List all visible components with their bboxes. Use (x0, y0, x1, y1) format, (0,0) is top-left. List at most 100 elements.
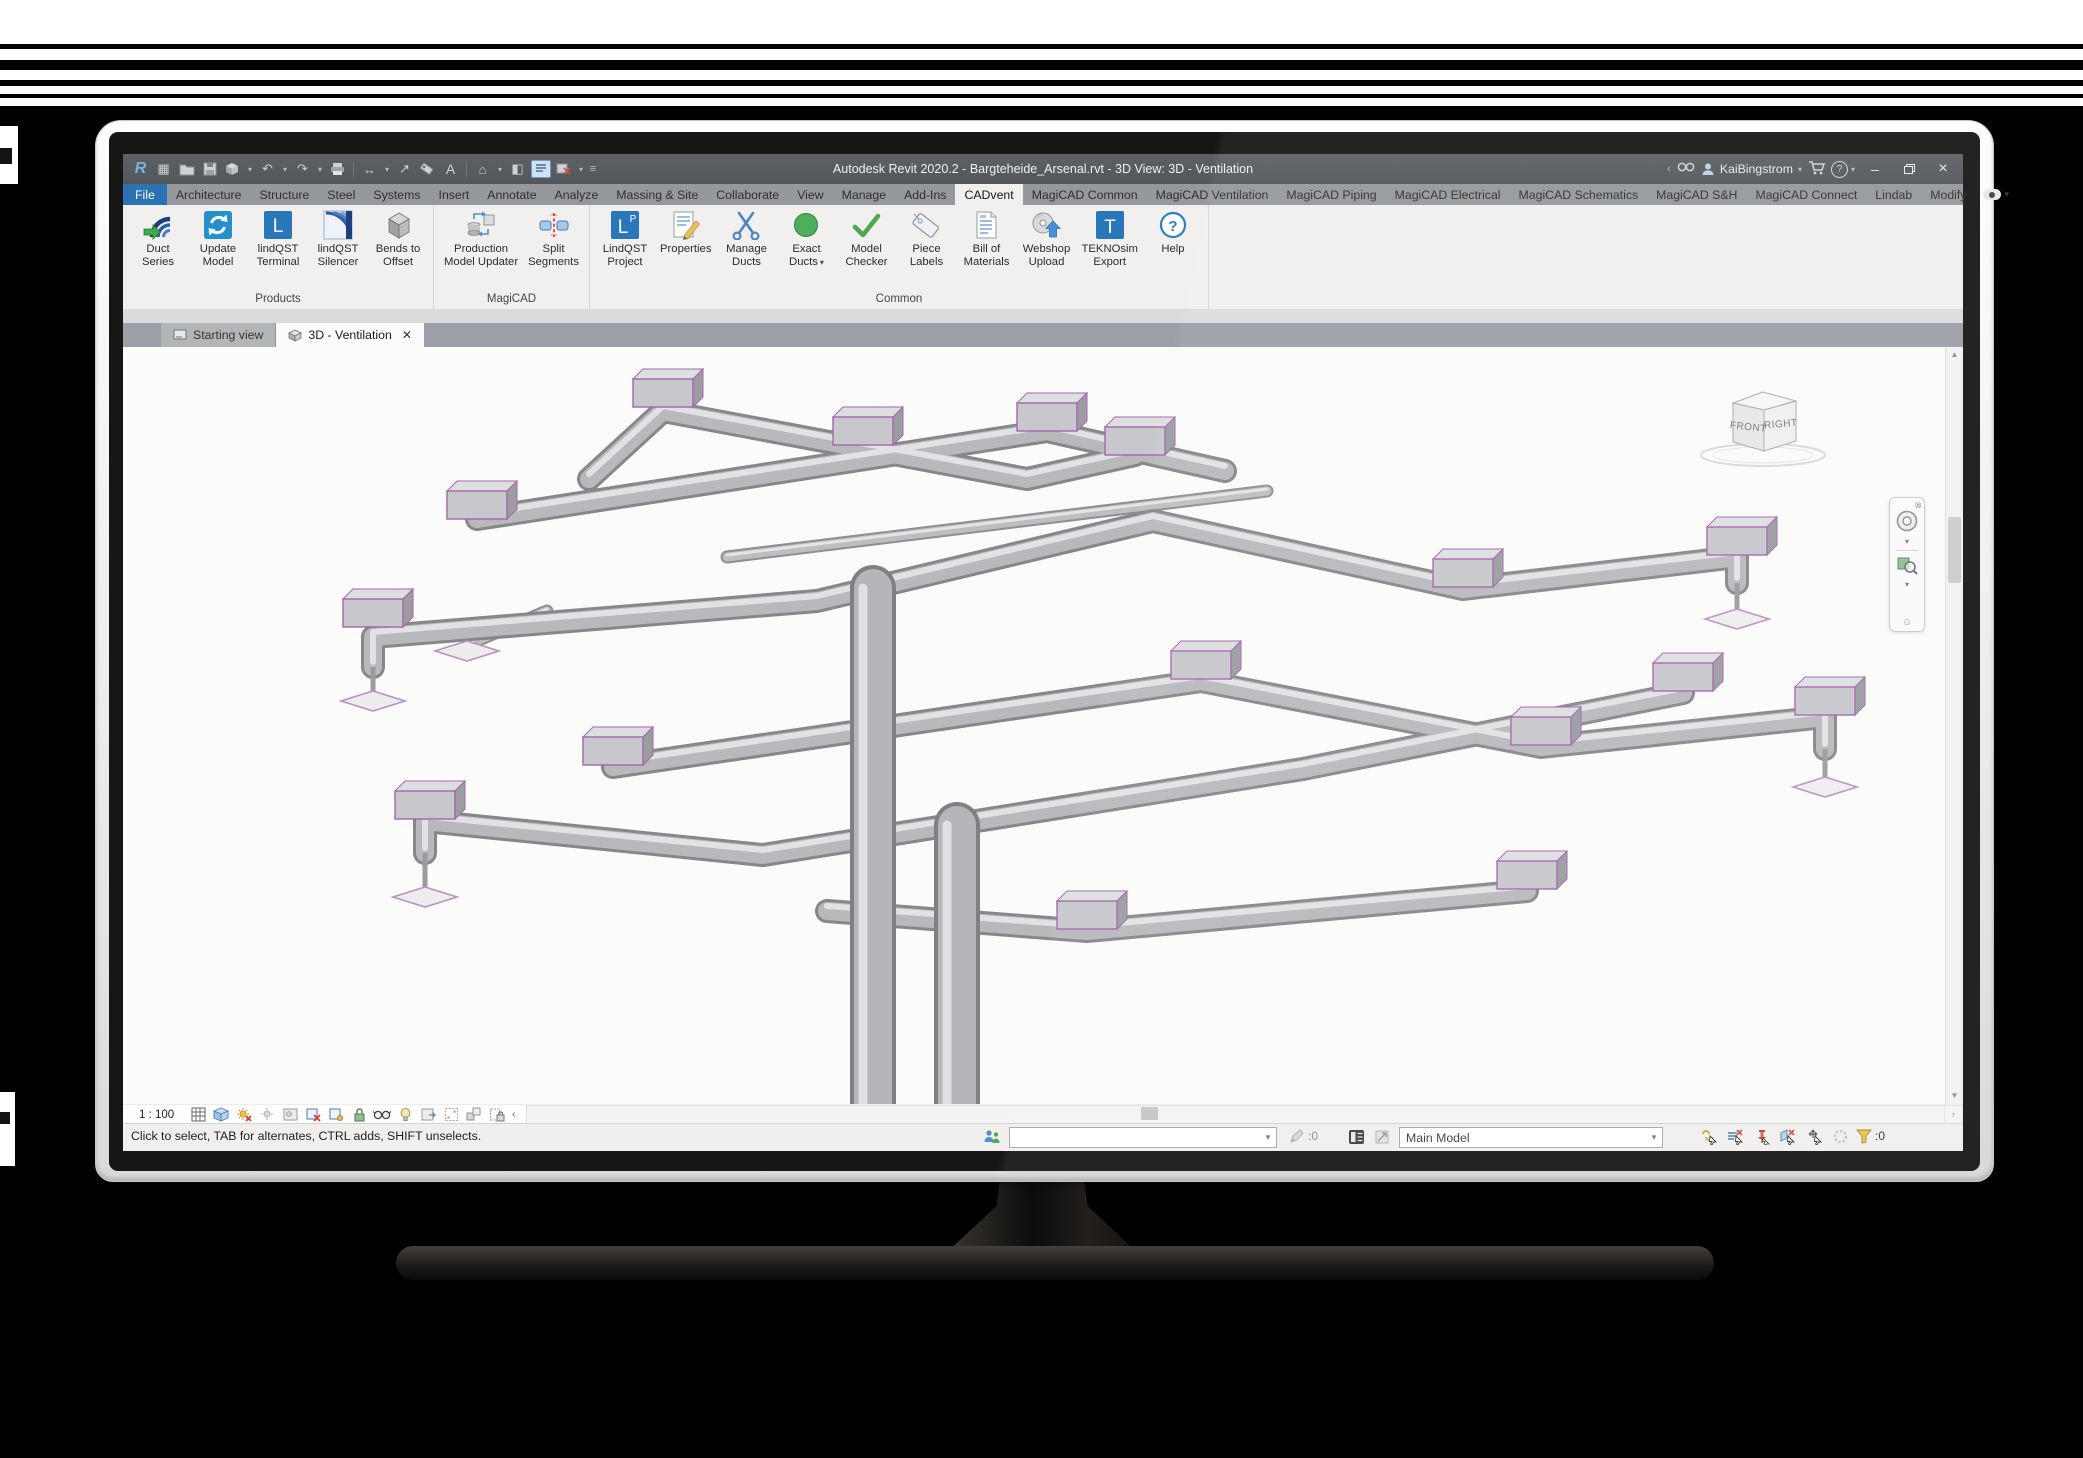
visual-style-icon[interactable] (211, 1106, 231, 1123)
tab-magicad-sh[interactable]: MagiCAD S&H (1647, 184, 1746, 205)
dropdown-caret-icon[interactable]: ▾ (315, 158, 325, 180)
model-checker-button[interactable]: Model Checker (836, 208, 896, 269)
navbar-handle-icon[interactable]: ⊙ (1903, 617, 1911, 628)
drawing-area[interactable]: FRONT RIGHT ⊗ ▾ ▾ ⊙ ▲ (123, 347, 1963, 1104)
webshop-upload-button[interactable]: Webshop Upload (1016, 208, 1076, 269)
reveal-hidden-elements-icon[interactable] (395, 1106, 415, 1123)
editable-only-icon[interactable] (1285, 1127, 1307, 1146)
measure-icon[interactable]: ↔ (359, 158, 380, 180)
detail-level-icon[interactable] (188, 1106, 208, 1123)
aligned-dimension-icon[interactable]: ↗ (394, 158, 415, 180)
tab-magicad-connect[interactable]: MagiCAD Connect (1746, 184, 1866, 205)
close-hidden-windows-icon[interactable] (553, 158, 574, 180)
close-button[interactable]: × (1929, 158, 1957, 180)
section-icon[interactable]: ◧ (507, 158, 528, 180)
drag-on-selection-icon[interactable] (1803, 1127, 1825, 1146)
sync-icon[interactable] (222, 158, 243, 180)
exact-ducts-button[interactable]: Exact Ducts▾ (776, 208, 836, 269)
filter-icon[interactable] (1853, 1127, 1875, 1146)
select-by-face-icon[interactable] (1777, 1127, 1799, 1146)
horizontal-scrollbar-thumb[interactable] (1141, 1107, 1158, 1120)
thin-lines-icon[interactable] (530, 158, 551, 180)
view-tab-starting-view[interactable]: Starting view (161, 323, 276, 347)
tab-annotate[interactable]: Annotate (478, 184, 545, 205)
tab-insert[interactable]: Insert (430, 184, 479, 205)
tab-modify[interactable]: Modify (1921, 184, 1975, 205)
tab-magicad-piping[interactable]: MagiCAD Piping (1277, 184, 1385, 205)
select-links-icon[interactable] (1699, 1127, 1721, 1146)
steering-wheel-icon[interactable] (1895, 509, 1919, 536)
cart-icon[interactable] (1808, 161, 1825, 178)
tab-structure[interactable]: Structure (250, 184, 318, 205)
file-properties-icon[interactable]: ▦ (153, 158, 174, 180)
tab-magicad-common[interactable]: MagiCAD Common (1023, 184, 1147, 205)
update-model-button[interactable]: Update Model (188, 208, 248, 269)
crop-view-icon[interactable] (303, 1106, 323, 1123)
shadows-icon[interactable] (257, 1106, 277, 1123)
properties-button[interactable]: Properties (655, 208, 717, 256)
tab-massing-site[interactable]: Massing & Site (607, 184, 707, 205)
horizontal-scrollbar[interactable] (526, 1105, 1945, 1124)
production-model-updater-button[interactable]: Production Model Updater (439, 208, 523, 269)
tab-magicad-schematics[interactable]: MagiCAD Schematics (1510, 184, 1648, 205)
search-icon[interactable] (1677, 161, 1695, 177)
select-underlay-icon[interactable] (1725, 1127, 1747, 1146)
tag-icon[interactable] (417, 158, 438, 180)
design-options-icon[interactable] (1345, 1127, 1367, 1146)
show-rendering-dialog-icon[interactable] (280, 1106, 300, 1123)
save-icon[interactable] (199, 158, 220, 180)
background-processes-icon[interactable] (1829, 1127, 1851, 1146)
piece-labels-button[interactable]: Piece Labels (896, 208, 956, 269)
lindqst-terminal-button[interactable]: L lindQST Terminal (248, 208, 308, 269)
restore-button[interactable] (1895, 158, 1923, 180)
scroll-right-icon[interactable]: › (1945, 1105, 1963, 1124)
dropdown-caret-icon[interactable]: ▾ (576, 158, 586, 180)
tab-view[interactable]: View (788, 184, 832, 205)
drawing-canvas-3d-view[interactable] (127, 349, 1927, 1104)
dropdown-caret-icon[interactable]: ▾ (1905, 537, 1909, 546)
qat-customize-icon[interactable]: ≡ (588, 158, 598, 180)
bill-of-materials-button[interactable]: Bill of Materials (956, 208, 1016, 269)
displaced-elements-icon[interactable] (464, 1106, 484, 1123)
ribbon-display-toggle[interactable]: ▾ (1983, 184, 2009, 205)
user-menu[interactable]: KaiBingstrom ▾ (1701, 162, 1802, 176)
open-icon[interactable] (176, 158, 197, 180)
manage-ducts-button[interactable]: Manage DuctsDucts (716, 208, 776, 269)
tab-file[interactable]: File (123, 184, 167, 205)
help-button[interactable]: ? Help (1143, 208, 1203, 256)
add-to-set-icon[interactable] (1371, 1127, 1393, 1146)
collapse-view-bar-icon[interactable]: ‹ (512, 1109, 515, 1120)
close-view-icon[interactable]: ✕ (402, 328, 412, 342)
revit-logo-icon[interactable]: R (130, 158, 151, 180)
tab-manage[interactable]: Manage (833, 184, 895, 205)
zoom-icon[interactable] (1896, 554, 1918, 579)
bends-to-offset-button[interactable]: Bends to Offset (368, 208, 428, 269)
text-icon[interactable]: A (440, 158, 461, 180)
scale-button[interactable]: 1 : 100 (123, 1109, 188, 1121)
viewcube[interactable]: FRONT RIGHT (1693, 383, 1833, 471)
split-segments-button[interactable]: Split Segments (523, 208, 584, 269)
tab-collaborate[interactable]: Collaborate (707, 184, 788, 205)
teknosim-export-button[interactable]: T TEKNOsim Export (1076, 208, 1143, 269)
sun-path-icon[interactable] (234, 1106, 254, 1123)
lindqst-project-button[interactable]: LP LindQST Project (595, 208, 655, 269)
minimize-button[interactable]: – (1861, 158, 1889, 180)
crop-lock-icon[interactable] (349, 1106, 369, 1123)
dropdown-caret-icon[interactable]: ▾ (495, 158, 505, 180)
vertical-scrollbar[interactable]: ▲ ▼ (1945, 347, 1963, 1104)
worksets-icon[interactable] (981, 1127, 1003, 1146)
tab-analyze[interactable]: Analyze (546, 184, 608, 205)
tab-magicad-electrical[interactable]: MagiCAD Electrical (1386, 184, 1510, 205)
tab-steel[interactable]: Steel (318, 184, 364, 205)
select-pinned-icon[interactable] (1751, 1127, 1773, 1146)
temporary-hide-isolate-icon[interactable] (372, 1106, 392, 1123)
scroll-down-icon[interactable]: ▼ (1946, 1088, 1963, 1104)
analytical-model-icon[interactable] (441, 1106, 461, 1123)
collapse-arrow-icon[interactable]: ‹ (1667, 163, 1671, 175)
lindqst-silencer-button[interactable]: lindQST Silencer (308, 208, 368, 269)
tab-add-ins[interactable]: Add-Ins (895, 184, 955, 205)
scroll-up-icon[interactable]: ▲ (1946, 347, 1963, 363)
tab-lindab[interactable]: Lindab (1866, 184, 1921, 205)
active-workset-dropdown[interactable]: ▾ (1009, 1127, 1277, 1148)
dropdown-caret-icon[interactable]: ▾ (1905, 580, 1909, 589)
